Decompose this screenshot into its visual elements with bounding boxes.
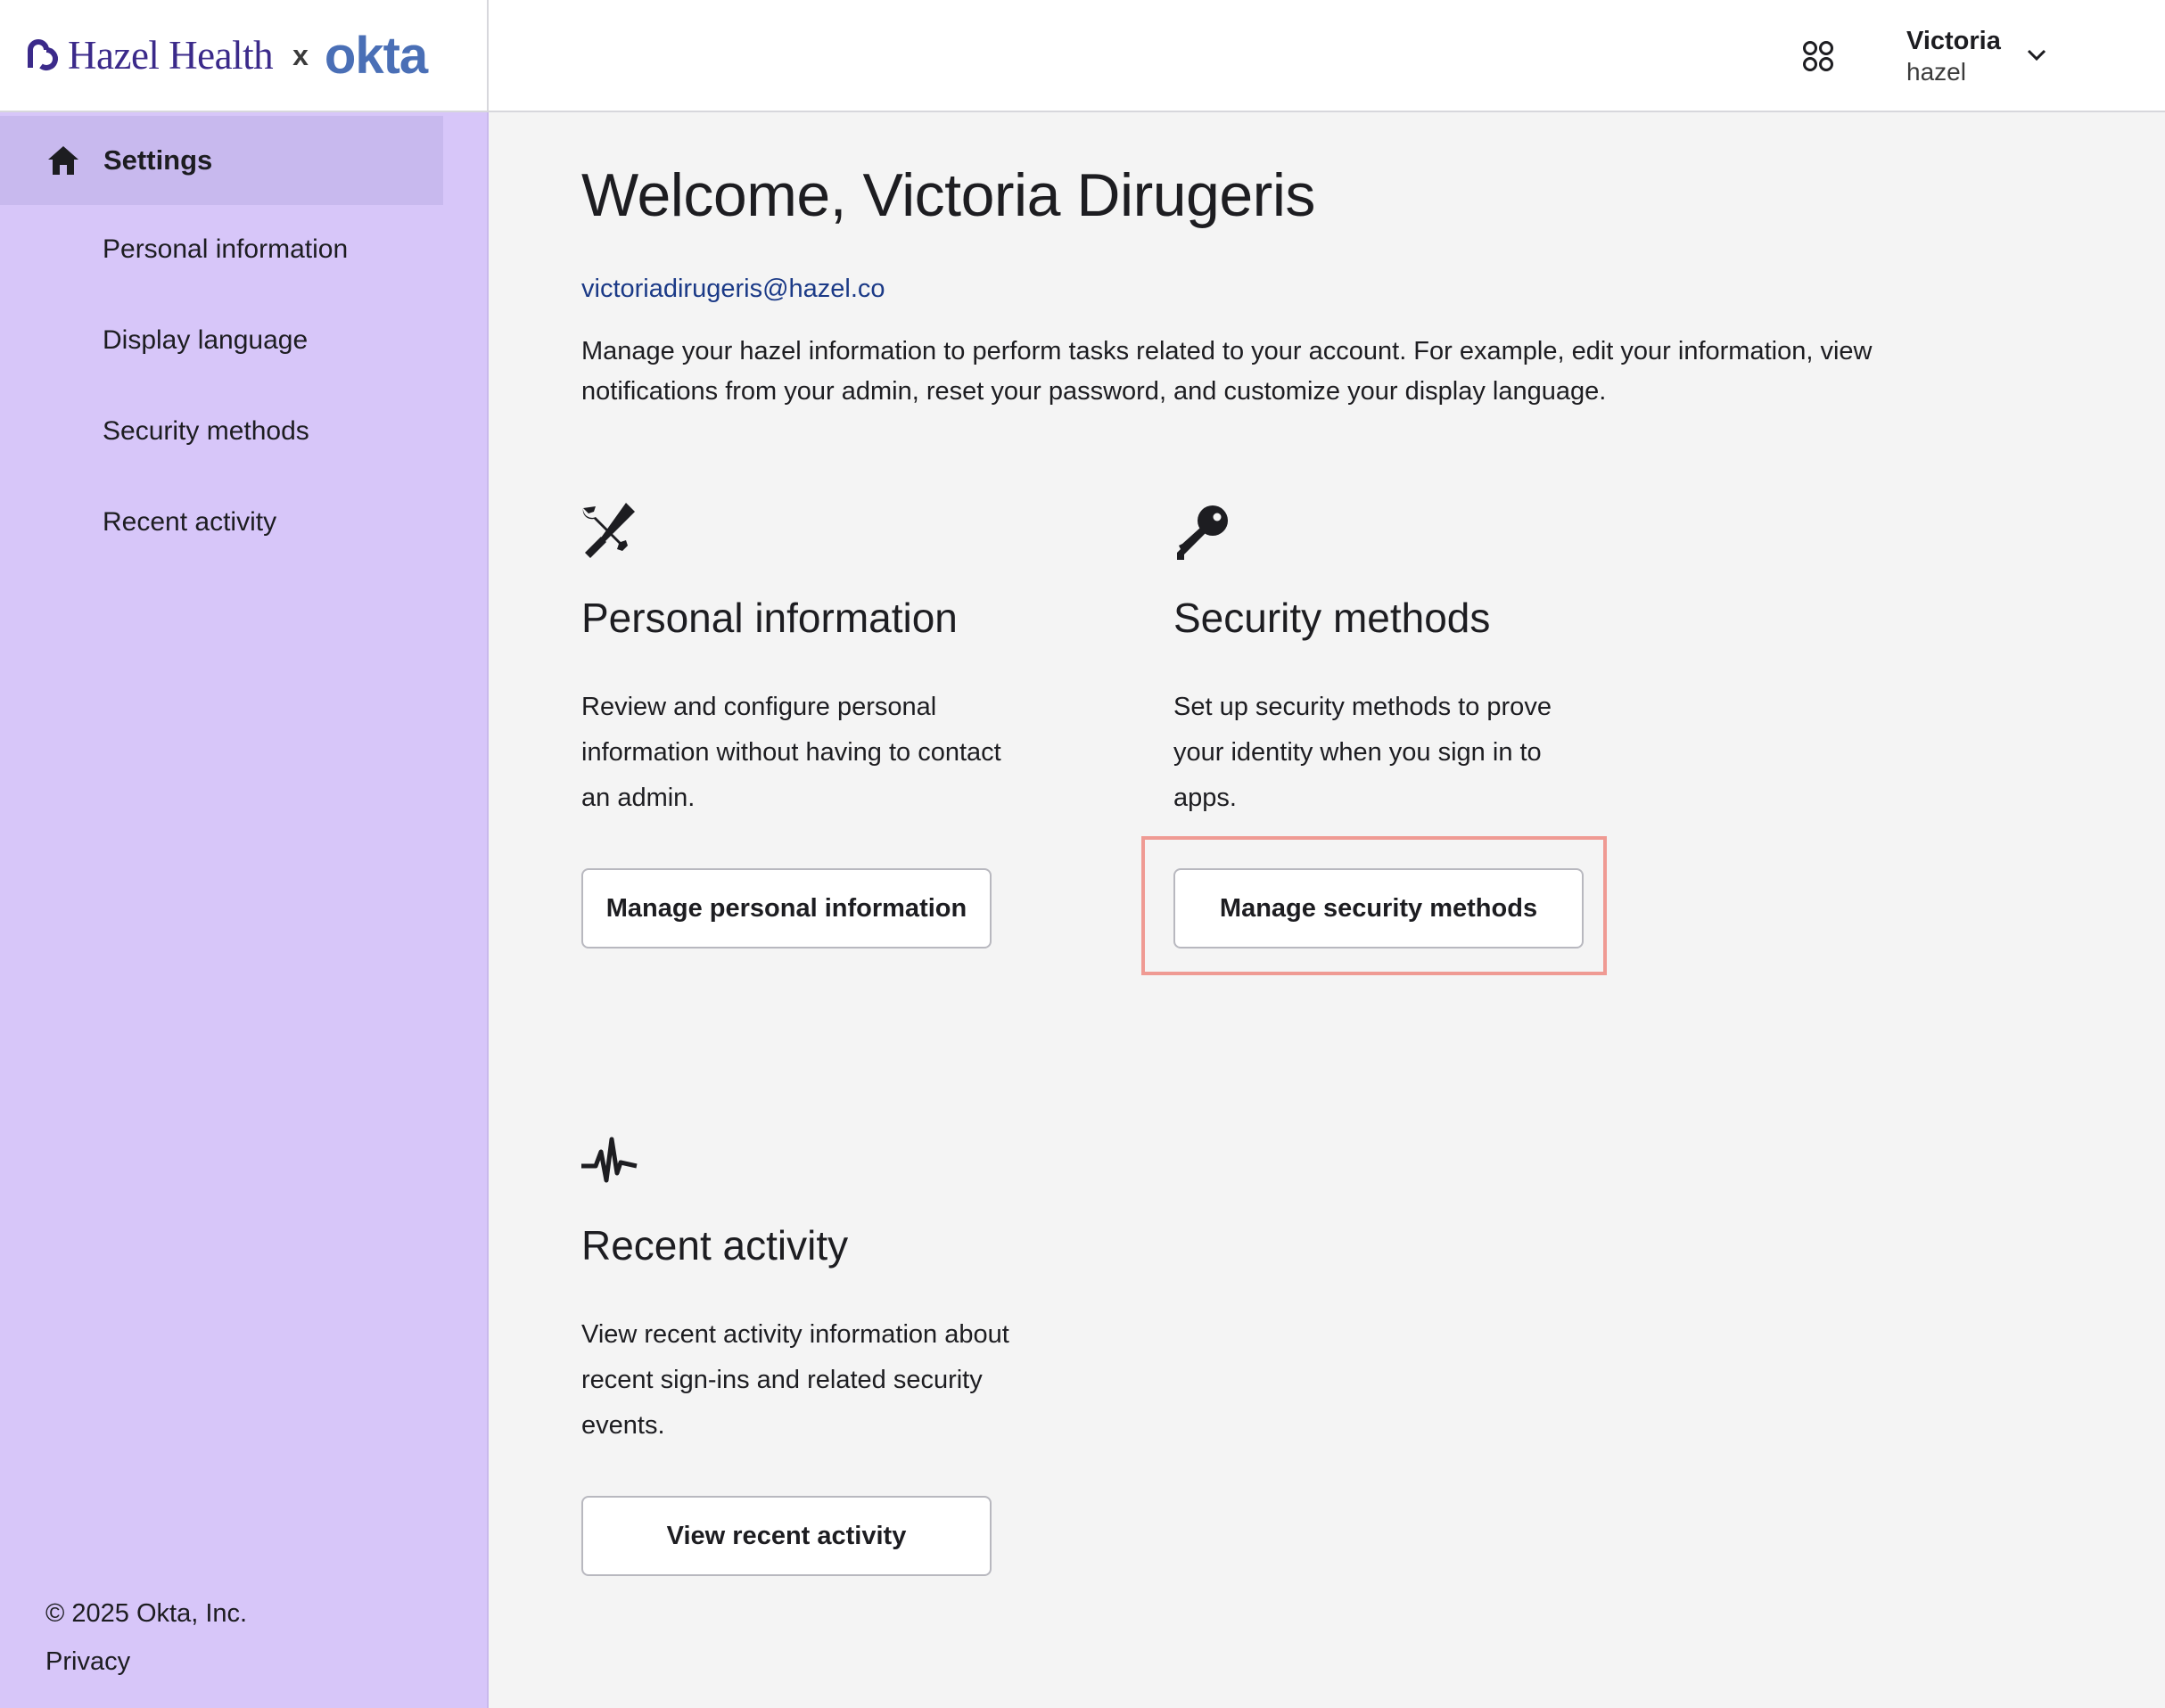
- user-menu[interactable]: Victoria hazel: [1906, 25, 2001, 87]
- brand-separator: x: [292, 38, 309, 71]
- page-title: Welcome, Victoria Dirugeris: [581, 161, 1315, 229]
- sidebar-item-settings[interactable]: Settings: [0, 116, 443, 205]
- card-description: Set up security methods to prove your id…: [1173, 693, 1552, 812]
- card-title-recent-activity: Recent activity: [581, 1222, 849, 1269]
- privacy-link[interactable]: Privacy: [45, 1647, 130, 1677]
- home-icon: [48, 146, 78, 175]
- hazel-logo-icon: [28, 39, 58, 70]
- user-org: hazel: [1906, 58, 1966, 86]
- manage-personal-information-button[interactable]: Manage personal information: [581, 868, 992, 948]
- copyright-text: © 2025 Okta, Inc.: [45, 1599, 248, 1628]
- sidebar-item-security-methods[interactable]: Security methods: [103, 416, 309, 447]
- sidebar: Settings Personal information Display la…: [0, 112, 489, 1708]
- apps-grid-icon[interactable]: [1801, 39, 1835, 73]
- okta-wordmark: okta: [324, 26, 428, 85]
- sidebar-item-display-language[interactable]: Display language: [103, 325, 308, 356]
- card-description: View recent activity information about r…: [581, 1320, 1009, 1440]
- sidebar-item-label: Settings: [103, 144, 213, 176]
- highlight-box: [1141, 836, 1607, 975]
- intro-text: Manage your hazel information to perform…: [581, 337, 1873, 406]
- tools-icon: [582, 503, 635, 558]
- sidebar-item-personal-information[interactable]: Personal information: [103, 234, 348, 265]
- activity-icon: [581, 1137, 638, 1183]
- user-email: victoriadirugeris@hazel.co: [581, 275, 885, 303]
- hazel-health-wordmark: Hazel Health: [68, 33, 274, 78]
- user-name: Victoria: [1906, 27, 2001, 55]
- card-title-security-methods: Security methods: [1173, 595, 1491, 641]
- card-description: Review and configure personal informatio…: [581, 693, 1001, 812]
- view-recent-activity-button[interactable]: View recent activity: [581, 1496, 992, 1576]
- sidebar-item-recent-activity[interactable]: Recent activity: [103, 507, 276, 538]
- key-icon: [1177, 505, 1228, 560]
- card-title-personal-information: Personal information: [581, 595, 958, 641]
- brand-logo[interactable]: Hazel Health x okta: [0, 0, 489, 112]
- chevron-down-icon[interactable]: [2026, 46, 2047, 64]
